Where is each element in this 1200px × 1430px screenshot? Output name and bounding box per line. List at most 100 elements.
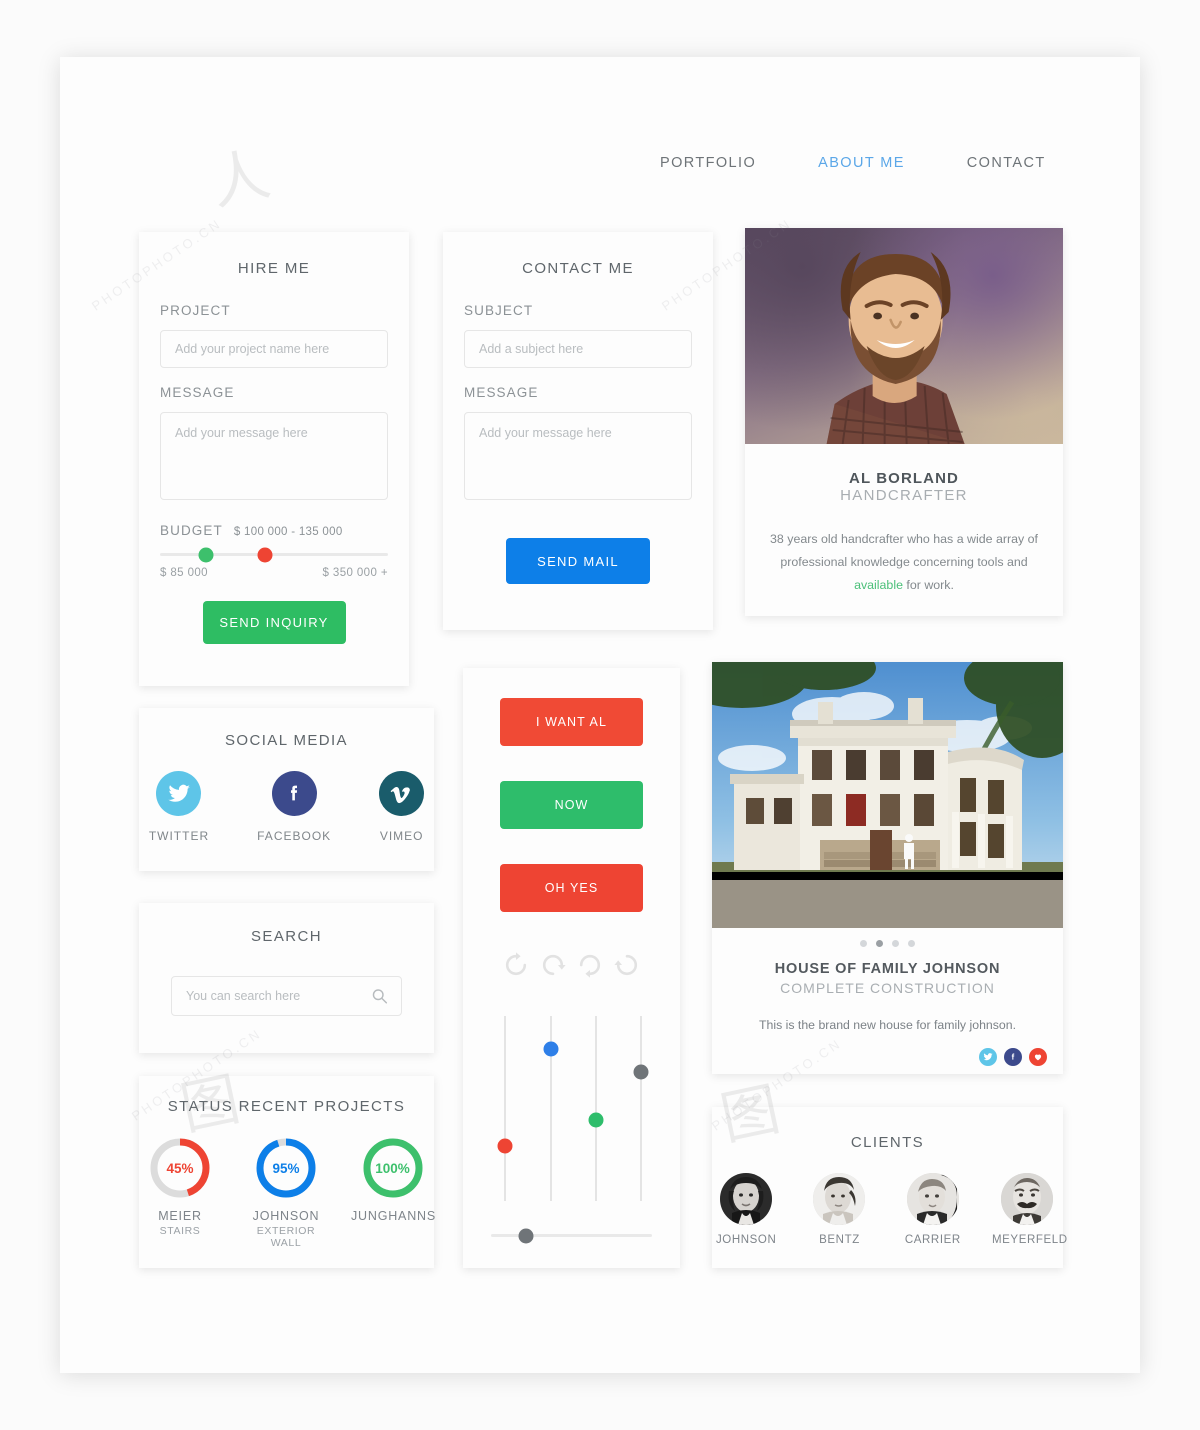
refresh-icon-2[interactable] (540, 952, 566, 983)
oh-yes-button[interactable]: OH YES (500, 864, 643, 912)
project-title: HOUSE OF FAMILY JOHNSON (774, 961, 1001, 977)
house-illustration (712, 662, 1063, 928)
vertical-sliders-group (463, 1016, 680, 1201)
slider-1-handle[interactable] (497, 1138, 513, 1153)
budget-range-slider[interactable] (160, 547, 388, 562)
send-inquiry-button[interactable]: SEND INQUIRY (202, 601, 346, 644)
client-avatar-carrier (906, 1173, 959, 1225)
subject-input[interactable] (464, 330, 692, 368)
nav-item-about-me[interactable]: ABOUT ME (818, 155, 905, 171)
search-input[interactable] (171, 976, 402, 1016)
client-avatar-johnson (720, 1173, 773, 1225)
contact-message-label: MESSAGE (464, 385, 539, 400)
social-links-row: TWITTER FACEBOOK VIMEO (139, 771, 434, 843)
status-projects-card: STATUS RECENT PROJECTS 45% MEIER STAIRS (139, 1076, 436, 1268)
slider-4-track[interactable] (633, 1016, 649, 1201)
status-item-meier: 45% MEIER STAIRS (139, 1136, 221, 1249)
horizontal-slider (491, 1228, 652, 1243)
social-link-facebook[interactable]: FACEBOOK (257, 771, 331, 843)
i-want-al-button[interactable]: I WANT AL (500, 698, 643, 746)
social-link-twitter[interactable]: TWITTER (149, 771, 209, 843)
social-link-vimeo[interactable]: VIMEO (379, 771, 425, 843)
main-nav: PORTFOLIO ABOUT ME CONTACT (660, 155, 1046, 171)
project-share-row (728, 1048, 1047, 1066)
nav-item-portfolio[interactable]: PORTFOLIO (660, 155, 756, 171)
contact-message-textarea[interactable] (464, 412, 692, 500)
status-donuts-row: 45% MEIER STAIRS 95% JOHNSON EXTERIOR WA (139, 1136, 436, 1249)
profile-bio: 38 years old handcrafter who has a wide … (745, 528, 1063, 597)
nav-item-contact[interactable]: CONTACT (967, 155, 1046, 171)
profile-bio-after: for work. (902, 577, 954, 592)
carousel-dot-2[interactable] (876, 940, 883, 947)
refresh-icon-4[interactable] (614, 952, 640, 983)
profile-card: AL BORLAND HANDCRAFTER 38 years old hand… (745, 228, 1063, 616)
client-meyerfeld[interactable]: MEYERFELD (991, 1173, 1068, 1246)
budget-label: BUDGET (160, 523, 223, 538)
profile-bio-before: 38 years old handcrafter who has a wide … (770, 532, 1038, 569)
carousel-dot-1[interactable] (860, 940, 867, 947)
status-name-meier: MEIER (158, 1209, 202, 1223)
client-bentz[interactable]: BENTZ (805, 1173, 873, 1246)
project-card: HOUSE OF FAMILY JOHNSON COMPLETE CONSTRU… (712, 662, 1063, 1074)
client-johnson[interactable]: JOHNSON (712, 1173, 780, 1246)
carousel-dot-3[interactable] (892, 940, 899, 947)
project-label: PROJECT (160, 303, 231, 318)
donut-value-johnson: 95% (272, 1160, 300, 1176)
social-label-vimeo: VIMEO (379, 829, 424, 843)
search-card: SEARCH (139, 903, 434, 1053)
send-mail-button[interactable]: SEND MAIL (506, 538, 650, 584)
client-name-carrier: CARRIER (904, 1234, 961, 1246)
budget-handle-high[interactable] (257, 547, 273, 562)
status-title: STATUS RECENT PROJECTS (167, 1098, 406, 1115)
slider-4-handle[interactable] (633, 1064, 649, 1079)
project-photo (712, 662, 1063, 928)
status-item-johnson: 95% JOHNSON EXTERIOR WALL (245, 1136, 327, 1249)
slider-h-track[interactable] (491, 1228, 652, 1243)
facebook-icon (271, 771, 317, 816)
clients-title: CLIENTS (850, 1134, 925, 1151)
client-avatar-bentz (813, 1173, 866, 1225)
status-sub-meier: STAIRS (159, 1225, 201, 1237)
vimeo-icon (379, 771, 425, 816)
client-name-meyerfeld: MEYERFELD (991, 1234, 1068, 1246)
social-label-facebook: FACEBOOK (257, 829, 332, 843)
slider-2-handle[interactable] (543, 1041, 559, 1057)
clients-row: JOHNSON BENTZ CARRIER MEYERFELD (712, 1173, 1068, 1246)
contact-me-title: CONTACT ME (522, 260, 634, 277)
project-description: This is the brand new house for family j… (758, 1018, 1016, 1032)
message-textarea[interactable] (160, 412, 388, 500)
carousel-dot-4[interactable] (908, 940, 915, 947)
profile-role: HANDCRAFTER (840, 487, 968, 504)
project-subtitle: COMPLETE CONSTRUCTION (780, 980, 995, 996)
profile-bio-highlight[interactable]: available (854, 578, 903, 592)
carousel-dots (712, 940, 1063, 947)
slider-2-track[interactable] (543, 1016, 559, 1201)
slider-3-handle[interactable] (588, 1112, 604, 1128)
facebook-icon[interactable] (1004, 1048, 1022, 1066)
slider-1-track[interactable] (497, 1016, 513, 1201)
page-root: PORTFOLIO ABOUT ME CONTACT HIRE ME PROJE… (0, 0, 1200, 1430)
now-button[interactable]: NOW (500, 781, 643, 829)
hire-me-card: HIRE ME PROJECT MESSAGE BUDGET $ 100 000… (139, 232, 409, 686)
heart-icon[interactable] (1029, 1048, 1047, 1066)
profile-photo (745, 228, 1063, 444)
refresh-icon-1[interactable] (503, 952, 529, 983)
watermark-glyph: 人 (205, 141, 276, 218)
client-name-bentz: BENTZ (819, 1234, 860, 1246)
client-carrier[interactable]: CARRIER (899, 1173, 967, 1246)
status-sub-johnson: EXTERIOR WALL (256, 1225, 316, 1249)
status-name-junghanns: JUNGHANNS (351, 1209, 436, 1223)
search-icon[interactable] (371, 988, 388, 1005)
donut-chart-meier: 45% (148, 1136, 212, 1200)
budget-value: $ 100 000 - 135 000 (233, 526, 343, 538)
project-input[interactable] (160, 330, 388, 368)
donut-value-meier: 45% (166, 1160, 194, 1176)
refresh-icon-3[interactable] (577, 952, 603, 983)
slider-h-handle[interactable] (518, 1228, 534, 1243)
portrait-illustration (826, 252, 965, 444)
twitter-icon[interactable] (979, 1048, 997, 1066)
budget-max-label: $ 350 000 + (322, 567, 388, 579)
slider-3-track[interactable] (588, 1016, 604, 1201)
budget-handle-low[interactable] (198, 547, 214, 562)
client-name-johnson: JOHNSON (715, 1234, 777, 1246)
